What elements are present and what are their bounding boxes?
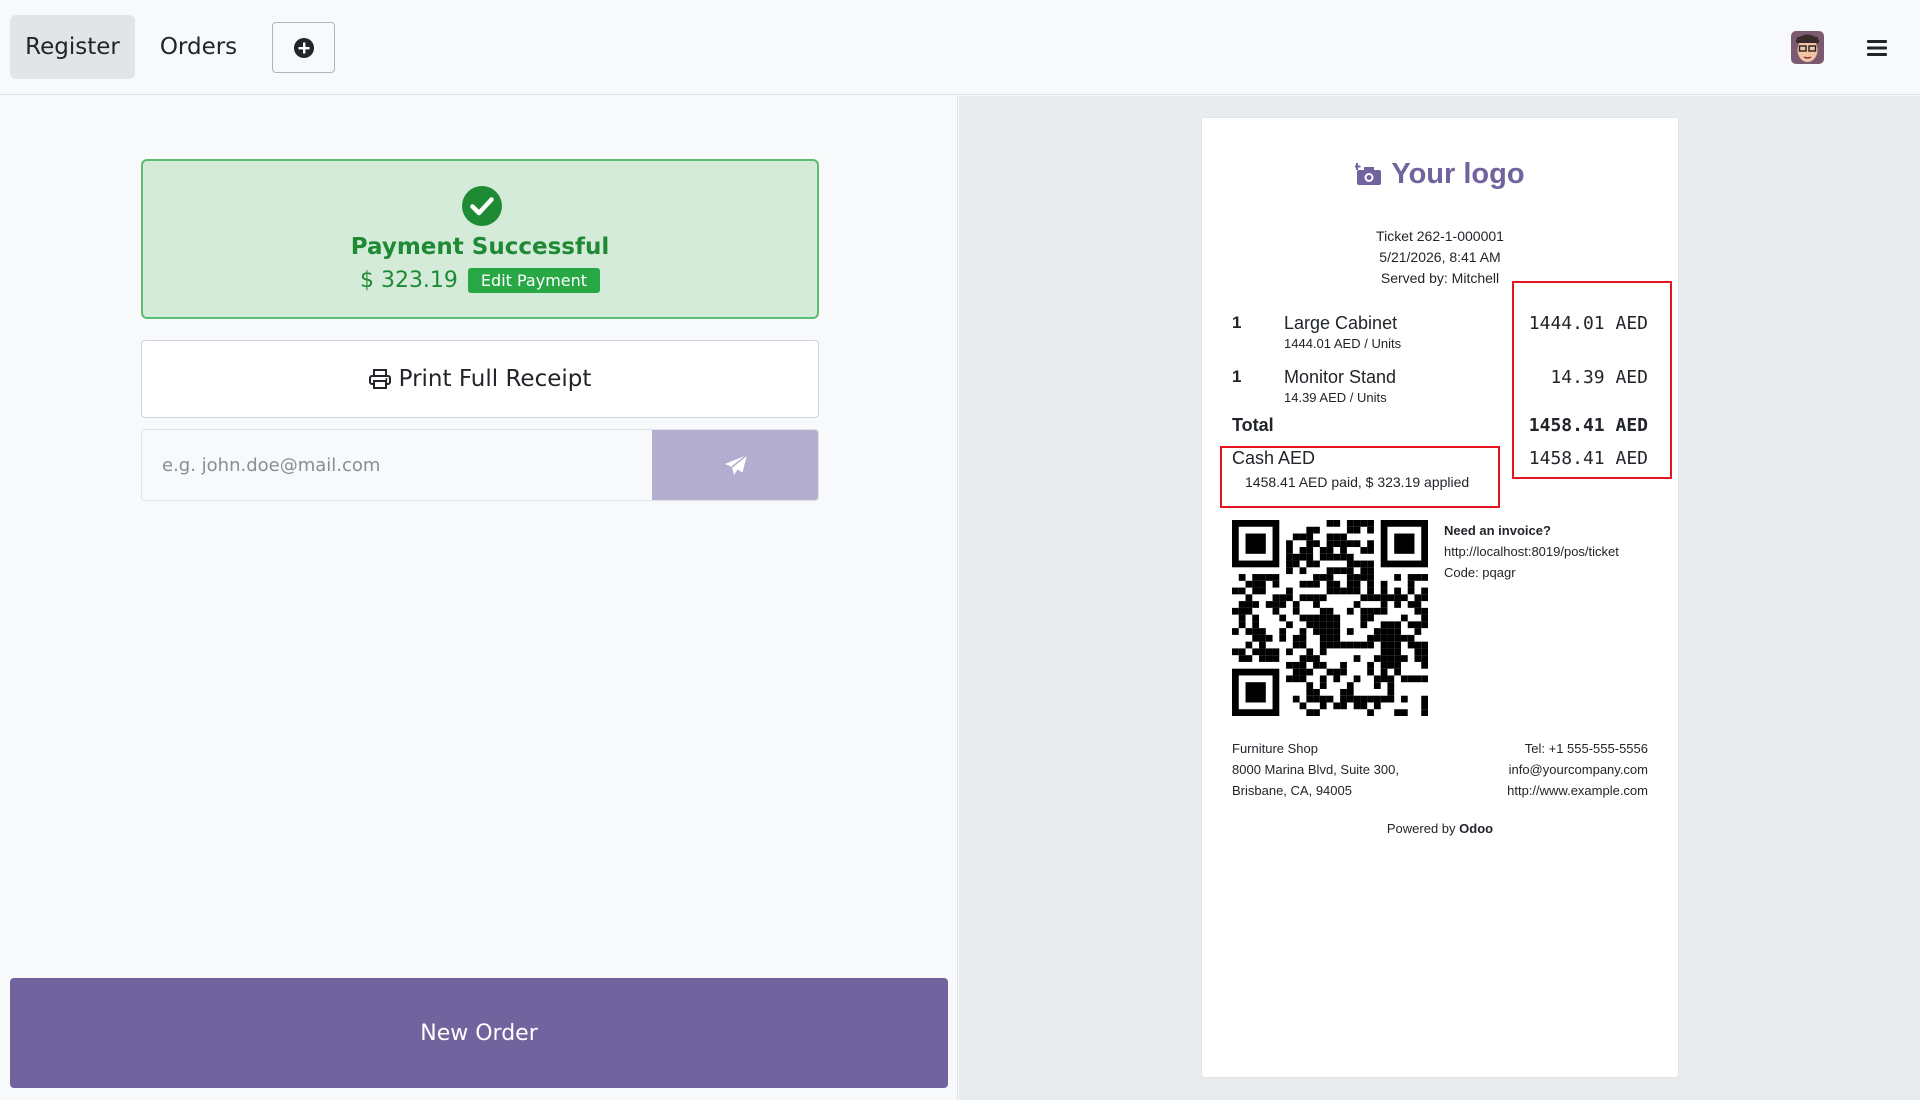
payment-amount: $ 323.19 xyxy=(359,268,458,293)
tab-register[interactable]: Register xyxy=(10,15,135,79)
total-label: Total xyxy=(1232,415,1274,435)
plus-circle-icon xyxy=(293,37,314,58)
check-circle-icon xyxy=(462,186,502,226)
amounts-highlight-box xyxy=(1512,281,1672,479)
company-address: Furniture Shop 8000 Marina Blvd, Suite 3… xyxy=(1232,738,1399,801)
email-receipt-row xyxy=(141,429,819,501)
ticket-header: Ticket 262-1-000001 5/21/2026, 8:41 AM S… xyxy=(1202,226,1678,289)
ticket-number: Ticket 262-1-000001 xyxy=(1376,228,1504,244)
new-order-button[interactable]: New Order xyxy=(10,978,948,1088)
payment-highlight-box xyxy=(1220,446,1500,508)
powered-by: Powered by Odoo xyxy=(1202,821,1678,836)
invoice-info: Need an invoice? http://localhost:8019/p… xyxy=(1444,520,1654,583)
powered-by-label: Powered by xyxy=(1386,821,1456,836)
hamburger-menu-icon[interactable] xyxy=(1862,34,1892,62)
receipt-logo: Your logo xyxy=(1202,158,1678,191)
receipt: Your logo Ticket 262-1-000001 5/21/2026,… xyxy=(1201,117,1679,1078)
user-avatar[interactable] xyxy=(1791,31,1824,64)
edit-payment-button[interactable]: Edit Payment xyxy=(467,268,601,293)
company-name: Furniture Shop xyxy=(1232,741,1318,756)
avatar-icon xyxy=(1791,31,1824,64)
powered-by-brand: Odoo xyxy=(1459,821,1494,836)
email-input[interactable] xyxy=(142,430,652,500)
print-receipt-button[interactable]: Print Full Receipt xyxy=(141,340,819,418)
company-address-line1: 8000 Marina Blvd, Suite 300, xyxy=(1232,762,1399,777)
company-website: http://www.example.com xyxy=(1507,783,1648,798)
company-email: info@yourcompany.com xyxy=(1508,762,1648,777)
ticket-date: 5/21/2026, 8:41 AM xyxy=(1379,249,1501,265)
line-product-name: Large Cabinet xyxy=(1284,313,1398,333)
line-product-name: Monitor Stand xyxy=(1284,367,1397,387)
print-receipt-label: Print Full Receipt xyxy=(398,366,592,392)
send-email-button[interactable] xyxy=(652,430,818,500)
invoice-url[interactable]: http://localhost:8019/pos/ticket xyxy=(1444,541,1654,562)
line-qty: 1 xyxy=(1232,367,1242,386)
company-tel: Tel: +1 555-555-5556 xyxy=(1524,741,1648,756)
company-address-line2: Brisbane, CA, 94005 xyxy=(1232,783,1352,798)
receipt-preview-pane: Your logo Ticket 262-1-000001 5/21/2026,… xyxy=(959,96,1920,1100)
camera-plus-icon xyxy=(1355,162,1382,185)
new-order-tab-button[interactable] xyxy=(272,22,335,73)
line-unit-price: 14.39 AED / Units xyxy=(1284,390,1387,405)
payment-amount-row: $ 323.19 Edit Payment xyxy=(143,268,817,293)
line-qty: 1 xyxy=(1232,313,1242,332)
tab-orders[interactable]: Orders xyxy=(147,15,250,79)
line-unit-price: 1444.01 AED / Units xyxy=(1284,336,1402,351)
invoice-qr-code xyxy=(1232,520,1428,716)
paper-plane-icon xyxy=(725,454,748,475)
logo-text: Your logo xyxy=(1391,158,1525,190)
invoice-title: Need an invoice? xyxy=(1444,523,1551,538)
printer-icon xyxy=(368,369,391,389)
payment-status-pane: Payment Successful $ 323.19 Edit Payment… xyxy=(0,96,958,1100)
payment-success-banner: Payment Successful $ 323.19 Edit Payment xyxy=(141,159,819,319)
company-contact: Tel: +1 555-555-5556 info@yourcompany.co… xyxy=(1507,738,1648,801)
top-navbar: Register Orders xyxy=(0,0,1920,95)
invoice-code: Code: pqagr xyxy=(1444,565,1516,580)
payment-status-title: Payment Successful xyxy=(350,234,610,260)
